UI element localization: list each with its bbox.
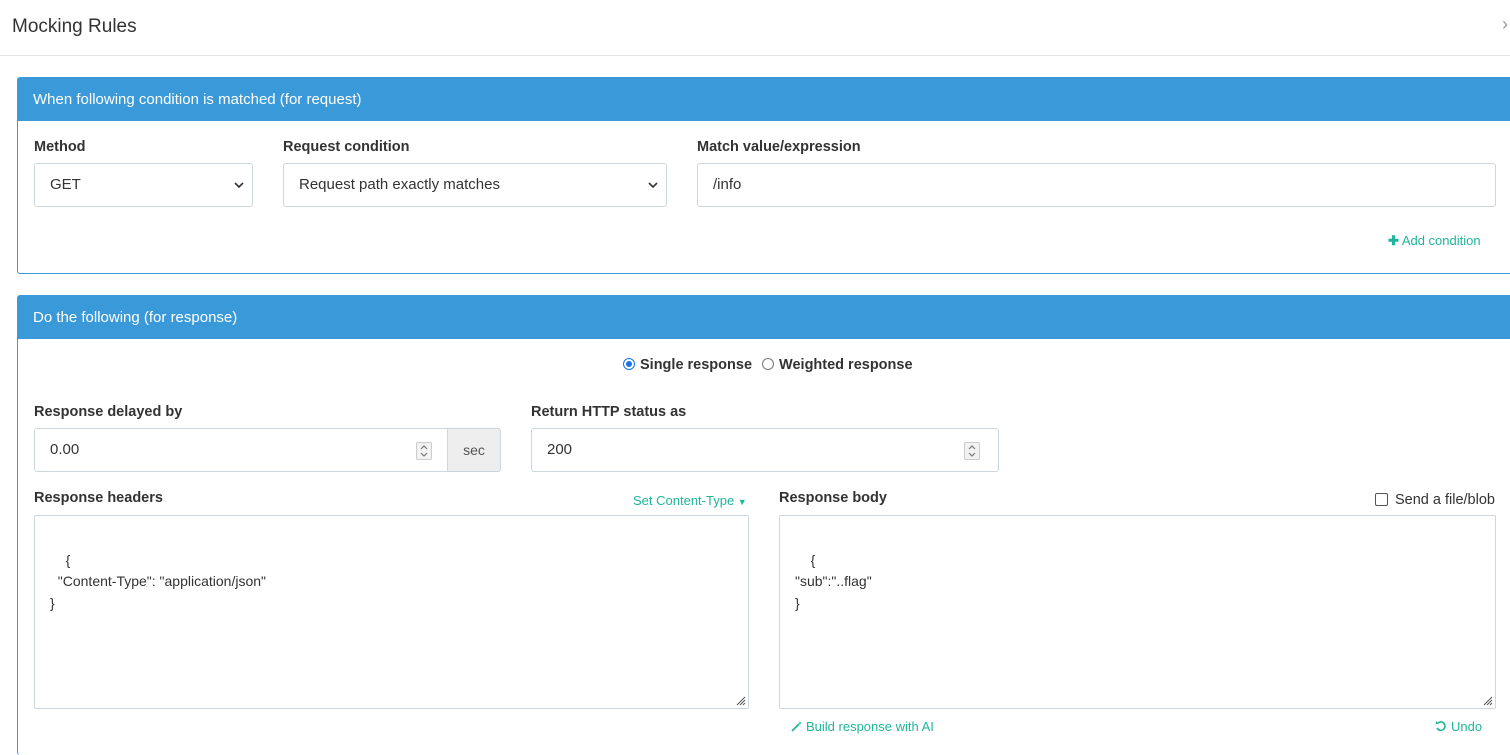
build-response-ai-label: Build response with AI: [806, 719, 934, 734]
set-content-type-dropdown[interactable]: Set Content-Type ▼: [633, 493, 747, 508]
match-value-label: Match value/expression: [697, 139, 861, 155]
top-bar: Mocking Rules ›: [0, 0, 1510, 56]
method-label: Method: [34, 139, 86, 155]
build-response-ai-button[interactable]: Build response with AI: [790, 719, 934, 734]
status-label: Return HTTP status as: [531, 404, 687, 420]
request-condition-select[interactable]: Request path exactly matches: [283, 163, 667, 207]
response-body-label: Response body: [779, 490, 887, 506]
spinner-icon[interactable]: [964, 442, 980, 460]
send-file-label: Send a file/blob: [1395, 492, 1495, 508]
undo-label: Undo: [1451, 719, 1483, 734]
weighted-response-radio[interactable]: Weighted response: [762, 357, 913, 373]
undo-icon: [1435, 721, 1446, 732]
response-body-textarea[interactable]: { "sub":"..flag" }: [779, 515, 1496, 709]
single-response-label: Single response: [640, 357, 753, 373]
single-response-radio[interactable]: Single response: [623, 357, 752, 373]
resize-grip-icon[interactable]: [1481, 694, 1493, 706]
caret-down-icon: ▼: [737, 497, 747, 507]
add-condition-button[interactable]: ✚ Add condition: [1388, 233, 1481, 249]
response-body-text: { "sub":"..flag" }: [795, 551, 872, 611]
add-condition-label: Add condition: [1401, 233, 1481, 248]
chevron-down-icon: [234, 182, 244, 189]
match-value-text: /info: [713, 176, 742, 193]
method-select[interactable]: GET: [34, 163, 253, 207]
response-panel: Do the following (for response) Single r…: [17, 295, 1510, 755]
delay-label: Response delayed by: [34, 404, 183, 420]
request-condition-label: Request condition: [283, 139, 410, 155]
radio-unchecked-icon: [762, 358, 775, 370]
method-value: GET: [50, 176, 81, 193]
undo-button[interactable]: Undo: [1435, 719, 1482, 734]
radio-checked-icon: [623, 358, 635, 370]
response-mode-group: Single response Weighted response: [623, 357, 913, 373]
response-panel-header: Do the following (for response): [18, 296, 1510, 339]
request-condition-value: Request path exactly matches: [299, 176, 500, 193]
page-title: Mocking Rules: [12, 16, 137, 37]
response-headers-label: Response headers: [34, 490, 163, 506]
magic-wand-icon: [791, 721, 802, 732]
plus-icon: ✚: [1388, 233, 1399, 248]
resize-grip-icon[interactable]: [734, 694, 746, 706]
spinner-icon[interactable]: [416, 442, 432, 460]
status-value: 200: [547, 441, 573, 458]
delay-unit-addon: sec: [447, 428, 501, 472]
send-file-checkbox[interactable]: Send a file/blob: [1375, 492, 1495, 508]
weighted-response-label: Weighted response: [779, 357, 913, 373]
checkbox-icon: [1375, 493, 1388, 506]
status-input[interactable]: 200: [531, 428, 999, 472]
match-value-input[interactable]: /info: [697, 163, 1496, 207]
response-headers-textarea[interactable]: { "Content-Type": "application/json" }: [34, 515, 749, 709]
request-condition-panel: When following condition is matched (for…: [17, 77, 1510, 274]
request-panel-header: When following condition is matched (for…: [18, 78, 1510, 121]
close-icon[interactable]: ›: [1502, 14, 1508, 35]
chevron-down-icon: [648, 182, 658, 189]
response-headers-text: { "Content-Type": "application/json" }: [50, 551, 266, 611]
delay-value: 0.00: [50, 441, 80, 458]
set-content-type-label: Set Content-Type: [633, 493, 735, 508]
delay-input[interactable]: 0.00: [34, 428, 448, 472]
